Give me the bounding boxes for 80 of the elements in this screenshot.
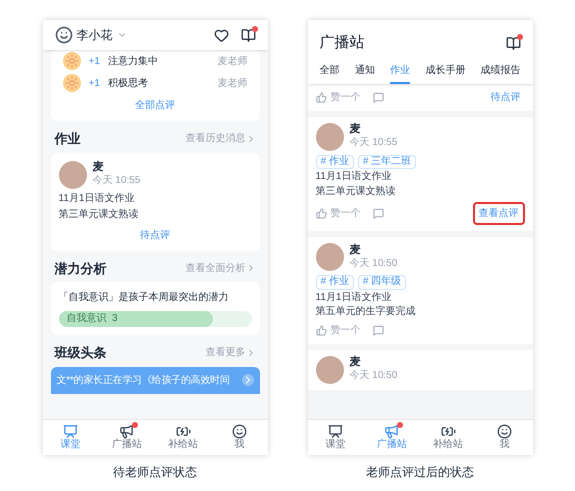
post-text: 第五单元的生字要完成 — [316, 306, 416, 318]
avatar-photo-placeholder — [58, 160, 86, 188]
thumbs-up-icon[interactable] — [316, 92, 326, 102]
teacher-name: 麦老师 — [218, 76, 248, 90]
teacher-name: 麦老师 — [218, 54, 248, 68]
post-time: 今天 10:50 — [350, 370, 398, 383]
like-label[interactable]: 赞一个 — [330, 206, 360, 221]
screen-caption: 老师点评过后的状态 — [366, 464, 474, 481]
like-label[interactable]: 赞一个 — [330, 322, 360, 338]
thumbs-up-icon[interactable] — [316, 324, 326, 336]
user-name[interactable]: 李小花 — [76, 26, 112, 44]
post-text: 11月1日语文作业 — [316, 171, 392, 184]
page-title: 广播站 — [320, 33, 364, 53]
chevron-right-icon[interactable] — [242, 374, 254, 386]
tag[interactable]: # 四年级 — [358, 275, 406, 290]
comment-label: 积极思考 — [108, 76, 149, 90]
post-time: 今天 10:55 — [350, 137, 398, 150]
pending-review-link[interactable]: 待点评 — [140, 228, 170, 242]
tag[interactable]: # 三年二班 — [358, 154, 416, 169]
comment-label: 注意力集中 — [108, 54, 159, 68]
tab-bar-item[interactable]: 课堂 — [42, 424, 99, 451]
category-tab[interactable]: 通知 — [354, 62, 375, 84]
board-icon — [63, 424, 78, 438]
tab-bar-item[interactable]: 补给站 — [155, 424, 212, 451]
section-title: 作业 — [54, 130, 80, 148]
book-icon[interactable] — [240, 28, 256, 42]
banner-text: 文**的家长正在学习《给孩子的高效时间 — [56, 374, 231, 388]
tab-bar-item[interactable]: 我 — [476, 424, 532, 451]
thumbs-up-icon[interactable] — [316, 208, 326, 219]
avatar-icon — [54, 26, 72, 44]
sun-icon — [62, 52, 80, 70]
news-banner[interactable]: 文**的家长正在学习《给孩子的高效时间 — [50, 366, 260, 394]
post-text: 第三单元课文熟读 — [316, 186, 396, 198]
comment-points: +1 — [88, 54, 100, 68]
comment-icon[interactable] — [372, 92, 384, 102]
author-name: 麦 — [350, 244, 362, 258]
sun-icon — [62, 74, 80, 92]
potential-sentence: 「自我意识」是孩子本周最突出的潜力 — [58, 290, 230, 305]
category-tab[interactable]: 成绩报告 — [480, 62, 520, 84]
comment-icon[interactable] — [372, 324, 384, 336]
review-link[interactable]: 查看点评 — [472, 202, 524, 225]
comment-points: +1 — [88, 76, 100, 90]
section-link[interactable]: 查看全面分析 — [186, 260, 256, 276]
profile-icon — [496, 424, 512, 438]
category-tab[interactable]: 成长手册 — [425, 62, 466, 84]
book-icon[interactable] — [506, 36, 520, 51]
tab-bar-item[interactable]: 我 — [211, 424, 268, 451]
avatar-photo-placeholder — [316, 356, 344, 384]
tab-bar-item[interactable]: 广播站 — [364, 424, 420, 451]
all-comments-link[interactable]: 全部点评 — [135, 98, 175, 113]
profile-icon — [232, 424, 247, 438]
section-link[interactable]: 查看历史消息 — [186, 131, 256, 146]
avatar-photo-placeholder — [316, 243, 344, 271]
potential-bar-label: 自我意识 3 — [66, 314, 118, 324]
tab-bar-item[interactable]: 补给站 — [420, 424, 476, 451]
section-title: 班级头条 — [54, 344, 106, 362]
category-tab[interactable]: 全部 — [320, 62, 340, 84]
screen-caption: 待老师点评状态 — [113, 464, 197, 481]
author-name: 麦 — [350, 123, 362, 137]
megaphone-icon — [119, 424, 134, 438]
post-time: 今天 10:55 — [92, 175, 140, 188]
tab-bar-item[interactable]: 课堂 — [308, 424, 364, 451]
post-text: 11月1日语文作业 — [316, 292, 392, 304]
post-time: 今天 10:50 — [350, 258, 398, 270]
like-label[interactable]: 赞一个 — [330, 90, 360, 104]
homework-text: 第三单元课文熟读 — [58, 209, 140, 222]
comment-icon[interactable] — [372, 208, 384, 219]
homework-text: 11月1日语文作业 — [58, 192, 136, 205]
tag[interactable]: # 作业 — [316, 154, 354, 169]
tag[interactable]: # 作业 — [316, 275, 354, 290]
author-name: 麦 — [92, 161, 104, 175]
author-name: 麦 — [350, 356, 362, 370]
section-title: 潜力分析 — [54, 260, 106, 278]
section-link[interactable]: 查看更多 — [206, 345, 256, 360]
heart-icon[interactable] — [214, 28, 228, 42]
avatar-photo-placeholder — [316, 122, 344, 150]
tab-bar-item[interactable]: 广播站 — [98, 424, 155, 451]
review-link[interactable]: 待点评 — [486, 88, 524, 106]
megaphone-icon — [384, 424, 400, 438]
board-icon — [328, 424, 344, 438]
